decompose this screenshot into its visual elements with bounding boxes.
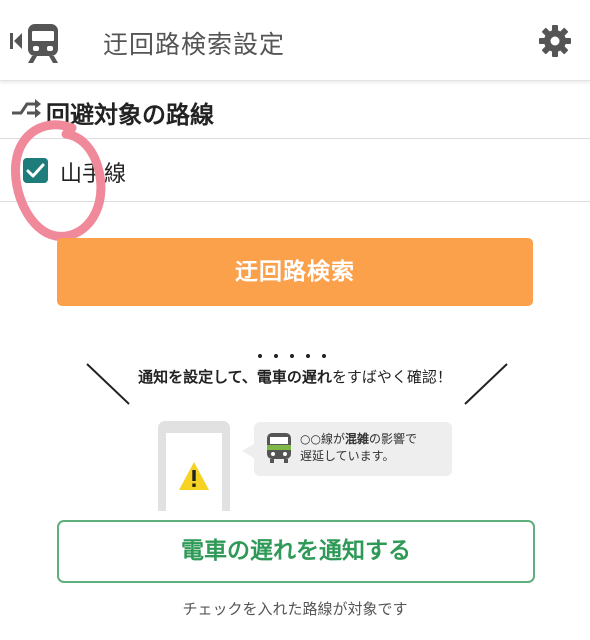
line-item-yamanote[interactable]: 山手線 xyxy=(0,139,590,202)
line-label: 山手線 xyxy=(60,162,127,187)
bubble-text: ○○線が混雑の影響で 遅延しています。 xyxy=(300,432,417,463)
warning-icon xyxy=(179,462,209,490)
app-header: 迂回路検索設定 xyxy=(0,0,590,81)
phone-illustration xyxy=(158,421,230,511)
emphasis-dots xyxy=(258,354,326,358)
route-detour-icon xyxy=(12,99,41,118)
gear-icon[interactable] xyxy=(538,24,572,58)
notification-bubble: ○○線が混雑の影響で 遅延しています。 xyxy=(254,422,452,476)
section-title: 回避対象の路線 xyxy=(46,101,214,129)
train-back-icon[interactable] xyxy=(8,22,64,64)
detour-search-button[interactable]: 迂回路検索 xyxy=(57,238,533,306)
line-checkbox[interactable] xyxy=(23,158,48,183)
decor-slash-right xyxy=(464,363,508,405)
section-header: 回避対象の路線 xyxy=(0,82,590,139)
train-icon xyxy=(267,433,291,463)
bubble-tail xyxy=(242,444,254,458)
notify-delay-button[interactable]: 電車の遅れを通知する xyxy=(57,520,535,583)
footnote: チェックを入れた路線が対象です xyxy=(182,600,408,618)
page-title: 迂回路検索設定 xyxy=(103,30,286,59)
